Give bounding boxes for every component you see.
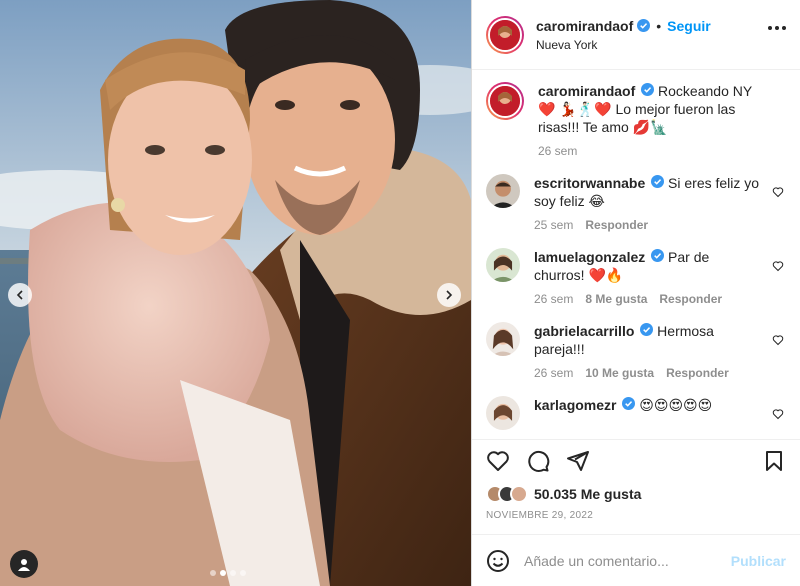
chevron-right-icon	[446, 290, 453, 300]
commenter-avatar[interactable]	[486, 174, 520, 208]
caption-time[interactable]: 26 sem	[538, 144, 577, 158]
caption-author-avatar[interactable]	[486, 82, 524, 120]
comment-likes[interactable]: 8 Me gusta	[585, 292, 647, 306]
carousel-dot	[230, 570, 236, 576]
comment-item: lamuelagonzalez Par de churros! ❤️🔥 26 s…	[486, 248, 784, 306]
post-side-panel: caromirandaof • Seguir Nueva York caromi…	[471, 0, 800, 586]
commenter-avatar-image	[486, 396, 520, 430]
like-heart-icon[interactable]	[486, 449, 510, 473]
comment-item: karlagomezr 😍😍😍😍😍	[486, 396, 784, 430]
likes-label: Me gusta	[580, 486, 642, 502]
post-location[interactable]: Nueva York	[536, 38, 711, 52]
commenter-avatar-image	[486, 248, 520, 282]
couple-photo	[0, 0, 471, 586]
author-avatar[interactable]	[486, 15, 524, 54]
post-actions-bar	[472, 439, 800, 481]
reply-button[interactable]: Responder	[585, 218, 648, 232]
carousel-next-button[interactable]	[437, 283, 461, 307]
comment-text: 😍😍😍😍😍	[639, 397, 713, 413]
commenter-avatar-image	[486, 174, 520, 208]
reply-button[interactable]: Responder	[666, 366, 729, 380]
carousel-dot	[240, 570, 246, 576]
comment-username[interactable]: lamuelagonzalez	[534, 249, 645, 265]
chevron-left-icon	[16, 290, 23, 300]
post-date[interactable]: NOVIEMBRE 29, 2022	[472, 507, 800, 525]
post-header: caromirandaof • Seguir Nueva York	[472, 0, 800, 70]
reply-button[interactable]: Responder	[659, 292, 722, 306]
carousel-dot-active	[220, 570, 226, 576]
commenter-avatar[interactable]	[486, 396, 520, 430]
more-options-button[interactable]	[768, 26, 786, 30]
carousel-prev-button[interactable]	[8, 283, 32, 307]
comment-item: escritorwannabe Si eres feliz yo soy fel…	[486, 174, 784, 232]
verified-badge-icon	[622, 397, 636, 410]
likes-count: 50.035	[534, 486, 577, 502]
post-caption: caromirandaof Rockeando NY ❤️ 💃🏻🕺🏻❤️ Lo …	[486, 82, 784, 158]
commenter-avatar[interactable]	[486, 248, 520, 282]
publish-button[interactable]: Publicar	[731, 553, 786, 569]
verified-badge-icon	[651, 175, 665, 188]
tagged-users-button[interactable]	[10, 550, 38, 578]
comment-likes[interactable]: 10 Me gusta	[585, 366, 654, 380]
more-horizontal-icon	[768, 26, 772, 30]
carousel-indicator	[210, 570, 246, 576]
post-media[interactable]	[0, 0, 471, 586]
emoji-smiley-icon[interactable]	[486, 549, 510, 573]
comment-time[interactable]: 26 sem	[534, 292, 573, 306]
commenter-avatar-image	[486, 322, 520, 356]
comment-time[interactable]: 25 sem	[534, 218, 573, 232]
like-comment-heart-icon[interactable]	[772, 408, 784, 420]
instagram-post: caromirandaof • Seguir Nueva York caromi…	[0, 0, 800, 586]
commenter-avatar[interactable]	[486, 322, 520, 356]
separator-dot: •	[656, 17, 662, 34]
verified-badge-icon	[637, 19, 651, 32]
comments-section: caromirandaof Rockeando NY ❤️ 💃🏻🕺🏻❤️ Lo …	[472, 70, 800, 439]
liker-avatars	[486, 485, 528, 503]
like-comment-heart-icon[interactable]	[772, 260, 784, 272]
author-avatar-image	[490, 19, 520, 50]
comment-item: gabrielacarrillo Hermosa pareja!!! 26 se…	[486, 322, 784, 380]
caption-username[interactable]: caromirandaof	[538, 83, 635, 99]
share-paper-plane-icon[interactable]	[566, 449, 590, 473]
liker-avatar	[510, 485, 528, 503]
caption-author-avatar-image	[490, 86, 520, 116]
comment-username[interactable]: karlagomezr	[534, 397, 616, 413]
follow-button[interactable]: Seguir	[667, 18, 711, 34]
likes-summary[interactable]: 50.035 Me gusta	[472, 481, 800, 507]
author-username[interactable]: caromirandaof	[536, 18, 633, 34]
carousel-dot	[210, 570, 216, 576]
comment-time[interactable]: 26 sem	[534, 366, 573, 380]
save-bookmark-icon[interactable]	[762, 449, 786, 473]
add-comment-bar: Publicar	[472, 534, 800, 586]
verified-badge-icon	[640, 323, 654, 336]
comment-input[interactable]	[524, 552, 731, 569]
like-comment-heart-icon[interactable]	[772, 334, 784, 346]
verified-badge-icon	[651, 249, 665, 262]
comment-username[interactable]: escritorwannabe	[534, 175, 645, 191]
comment-username[interactable]: gabrielacarrillo	[534, 323, 634, 339]
user-tag-icon	[18, 559, 30, 571]
verified-badge-icon	[641, 83, 655, 96]
comment-bubble-icon[interactable]	[526, 449, 550, 473]
like-comment-heart-icon[interactable]	[772, 186, 784, 198]
